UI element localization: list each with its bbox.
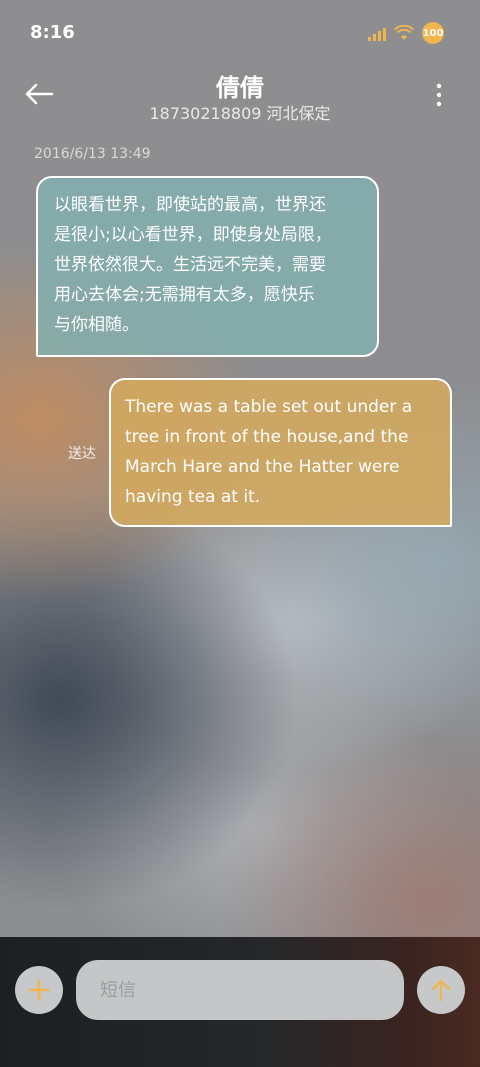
plus-icon bbox=[28, 979, 50, 1001]
conversation-header: 倩倩 18730218809 河北保定 bbox=[0, 66, 480, 136]
message-line: 是很小;以心看世界，即使身处局限， bbox=[54, 225, 332, 245]
status-time: 8:16 bbox=[30, 22, 75, 43]
composer-bar bbox=[0, 937, 480, 1067]
incoming-message-bubble[interactable]: 以眼看世界，即使站的最高，世界还 是很小;以心看世界，即使身处局限， 世界依然很… bbox=[36, 176, 379, 357]
message-line: 用心去体会;无需拥有太多，愿快乐 bbox=[54, 285, 315, 305]
message-line: tree in front of the house,and the bbox=[125, 427, 409, 447]
delivery-status: 送达 bbox=[68, 446, 96, 462]
contact-name: 倩倩 bbox=[216, 74, 264, 102]
more-vertical-icon[interactable] bbox=[434, 82, 444, 108]
send-button[interactable] bbox=[417, 966, 465, 1014]
message-timestamp: 2016/6/13 13:49 bbox=[34, 146, 151, 162]
message-line: 世界依然很大。生活远不完美，需要 bbox=[54, 255, 326, 275]
status-icons: 100 bbox=[368, 22, 444, 44]
message-line: having tea at it. bbox=[125, 487, 261, 507]
signal-icon bbox=[368, 25, 386, 41]
battery-icon: 100 bbox=[422, 22, 444, 44]
message-line: There was a table set out under a bbox=[125, 397, 413, 417]
arrow-up-icon bbox=[431, 979, 451, 1002]
message-line: 以眼看世界，即使站的最高，世界还 bbox=[54, 195, 326, 215]
contact-detail: 18730218809 河北保定 bbox=[149, 104, 331, 123]
message-line: March Hare and the Hatter were bbox=[125, 457, 400, 477]
wifi-icon bbox=[394, 25, 414, 40]
attach-button[interactable] bbox=[15, 966, 63, 1014]
outgoing-message-bubble[interactable]: There was a table set out under a tree i… bbox=[109, 378, 452, 527]
message-line: 与你相随。 bbox=[54, 315, 139, 335]
status-bar: 8:16 100 bbox=[0, 0, 480, 66]
message-input[interactable] bbox=[76, 960, 404, 1020]
